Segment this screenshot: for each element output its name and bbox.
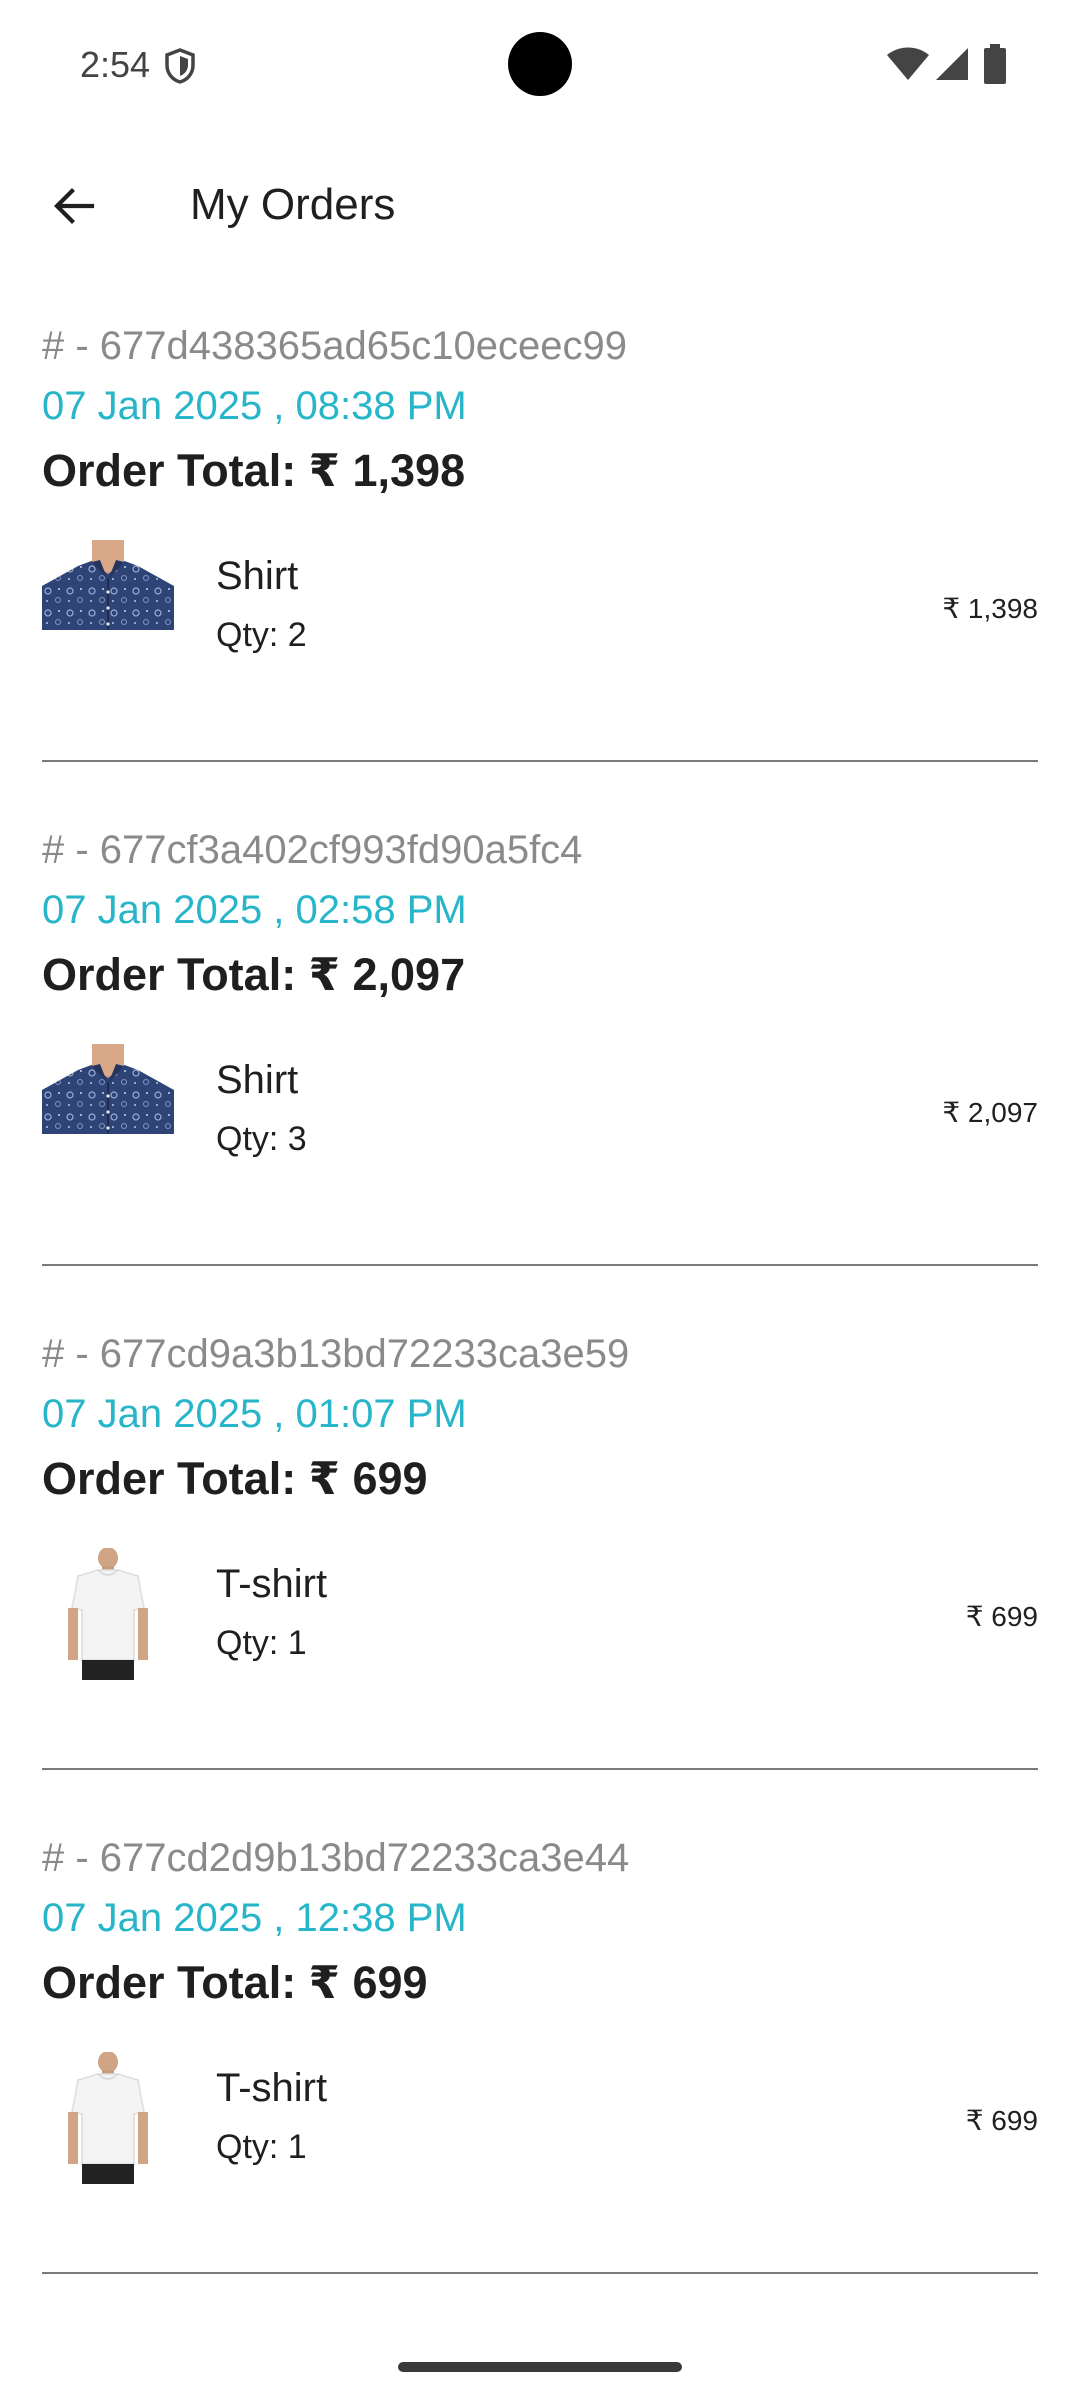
order-date: 07 Jan 2025 , 02:58 PM	[42, 888, 467, 932]
item-price: ₹ 699	[965, 2105, 1038, 2136]
order-divider	[42, 760, 1038, 762]
gesture-nav-handle[interactable]	[398, 2362, 682, 2372]
item-name: Shirt	[216, 554, 299, 598]
wifi-icon	[887, 47, 929, 80]
order-id: # - 677d438365ad65c10eceec99	[42, 324, 627, 368]
order-item[interactable]: T-shirt Qty: 1 ₹ 699	[42, 2052, 1038, 2188]
order-id: # - 677cf3a402cf993fd90a5fc4	[42, 828, 583, 872]
app-bar: My Orders	[0, 150, 1080, 262]
item-name: Shirt	[216, 1058, 299, 1102]
order-card[interactable]: # - 677cd9a3b13bd72233ca3e59 07 Jan 2025…	[0, 1308, 1080, 1812]
order-divider	[42, 1768, 1038, 1770]
signal-icon	[936, 48, 968, 80]
arrow-back-icon	[54, 188, 95, 224]
item-qty: Qty: 1	[216, 1624, 307, 1662]
order-date: 07 Jan 2025 , 12:38 PM	[42, 1896, 467, 1940]
item-price: ₹ 2,097	[942, 1097, 1038, 1128]
camera-cutout	[508, 32, 572, 96]
order-item[interactable]: Shirt Qty: 3 ₹ 2,097	[42, 1044, 1038, 1180]
order-total: Order Total: ₹ 1,398	[42, 445, 466, 496]
item-qty: Qty: 1	[216, 2128, 307, 2166]
item-qty: Qty: 3	[216, 1120, 307, 1158]
item-qty: Qty: 2	[216, 616, 307, 654]
order-total: Order Total: ₹ 2,097	[42, 949, 466, 1000]
page-title: My Orders	[190, 180, 396, 229]
order-card[interactable]: # - 677cd2d9b13bd72233ca3e44 07 Jan 2025…	[0, 1812, 1080, 2316]
battery-icon	[984, 44, 1006, 84]
item-name: T-shirt	[216, 2066, 328, 2110]
order-card[interactable]: # - 677cf3a402cf993fd90a5fc4 07 Jan 2025…	[0, 804, 1080, 1308]
order-item[interactable]: Shirt Qty: 2 ₹ 1,398	[42, 540, 1038, 676]
tshirt-product-image	[42, 2052, 174, 2184]
tshirt-product-image	[42, 1548, 174, 1680]
status-bar: 2:54	[0, 0, 1080, 132]
orders-list: # - 677d438365ad65c10eceec99 07 Jan 2025…	[0, 300, 1080, 2316]
order-total: Order Total: ₹ 699	[42, 1957, 428, 2008]
order-total: Order Total: ₹ 699	[42, 1453, 428, 1504]
back-button[interactable]	[30, 162, 118, 250]
order-date: 07 Jan 2025 , 01:07 PM	[42, 1392, 467, 1436]
item-price: ₹ 699	[965, 1601, 1038, 1632]
order-id: # - 677cd9a3b13bd72233ca3e59	[42, 1332, 630, 1376]
item-name: T-shirt	[216, 1562, 328, 1606]
order-date: 07 Jan 2025 , 08:38 PM	[42, 384, 467, 428]
shield-icon	[165, 48, 195, 84]
order-id: # - 677cd2d9b13bd72233ca3e44	[42, 1836, 630, 1880]
shirt-product-image	[42, 540, 174, 672]
status-time: 2:54	[80, 44, 151, 85]
shirt-product-image	[42, 1044, 174, 1176]
order-divider	[42, 2272, 1038, 2274]
item-price: ₹ 1,398	[942, 593, 1038, 624]
order-divider	[42, 1264, 1038, 1266]
order-item[interactable]: T-shirt Qty: 1 ₹ 699	[42, 1548, 1038, 1684]
screen: 2:54 My Orders # - 677d438365ad65c10ecee…	[0, 0, 1080, 2400]
order-card[interactable]: # - 677d438365ad65c10eceec99 07 Jan 2025…	[0, 300, 1080, 804]
